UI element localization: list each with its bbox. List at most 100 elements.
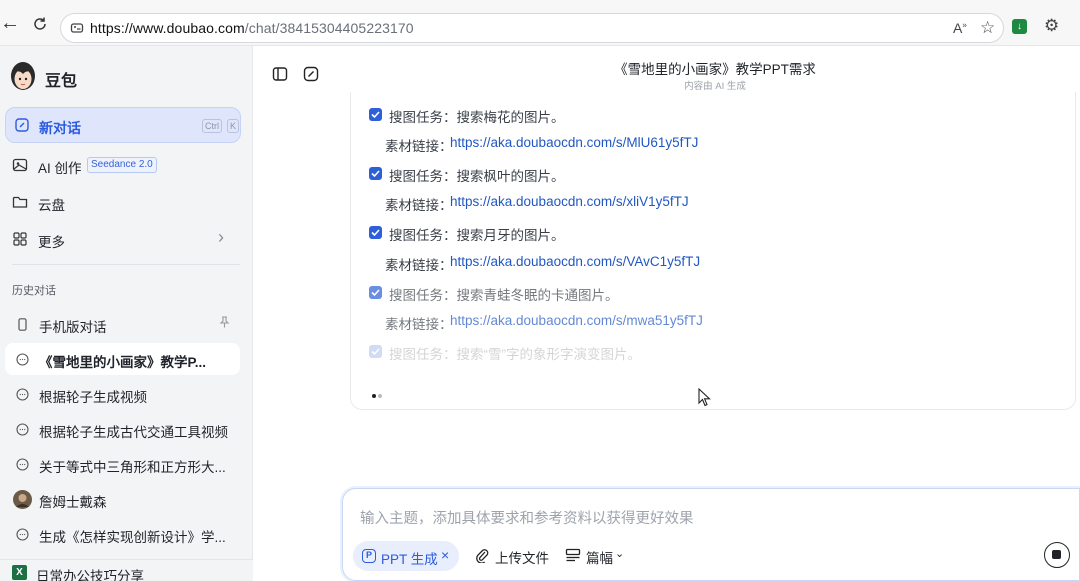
extensions-puzzle-icon[interactable]: ⚙: [1044, 16, 1059, 36]
sidebar-item-ai-create[interactable]: AI 创作 Seedance 2.0: [12, 153, 242, 179]
doubao-avatar: [11, 62, 35, 90]
task-text: 搜图任务：搜索“雪”字的象形字演变图片。: [389, 347, 641, 362]
seedance-badge: Seedance 2.0: [87, 157, 157, 173]
history-item-label: 詹姆士戴森: [39, 495, 107, 510]
chat-input-box[interactable]: 输入主题，添加具体要求和参考资料以获得更好效果 P PPT 生成 × 上传文件 …: [342, 488, 1080, 581]
sidebar-item-cloud[interactable]: 云盘: [12, 190, 242, 216]
new-chat-icon[interactable]: [303, 66, 319, 82]
history-item[interactable]: 詹姆士戴森: [5, 483, 240, 515]
history-item-label: 日常办公技巧分享: [36, 569, 144, 581]
chat-bubble-icon: [16, 458, 29, 471]
toggle-sidebar-icon[interactable]: [272, 66, 288, 82]
chat-bubble-icon: [16, 353, 29, 366]
brand[interactable]: 豆包: [8, 60, 208, 92]
download-extension-icon[interactable]: ↓: [1012, 19, 1027, 34]
back-arrow-icon[interactable]: ←: [0, 13, 20, 33]
new-chat-icon: [15, 118, 29, 132]
history-item-active[interactable]: 《雪地里的小画家》教学P...: [5, 343, 240, 375]
upload-label: 上传文件: [495, 551, 549, 566]
task-text: 搜图任务：搜索梅花的图片。: [389, 110, 565, 125]
brand-name: 豆包: [45, 73, 78, 90]
history-item-label: 根据轮子生成视频: [39, 390, 147, 405]
person-avatar-icon: [13, 490, 32, 509]
browser-toolbar: ← https://www.doubao.com/chat/3841530440…: [0, 0, 1080, 46]
task-row: 搜图任务：搜索梅花的图片。: [369, 104, 1049, 126]
checkbox-checked-icon: [369, 226, 382, 239]
history-item-excel[interactable]: X 日常办公技巧分享: [0, 559, 253, 581]
url-text: https://www.doubao.com/chat/384153044052…: [90, 20, 414, 36]
chat-title: 《雪地里的小画家》教学PPT需求: [614, 62, 816, 77]
mobile-icon: [18, 318, 27, 331]
sidebar: 豆包 新对话 Ctrl K AI 创作 Seedance 2.0 云盘 更多 ›…: [0, 46, 253, 581]
task-text: 搜图任务：搜索枫叶的图片。: [389, 169, 565, 184]
task-text: 搜图任务：搜索青蛙冬眠的卡通图片。: [389, 288, 619, 303]
length-label: 篇幅: [586, 551, 613, 566]
history-item[interactable]: 生成《怎样实现创新设计》学...: [5, 518, 240, 550]
image-icon: [12, 158, 28, 172]
link-row: 素材链接： https://aka.doubaocdn.com/s/mwa51y…: [385, 311, 1065, 333]
loading-indicator: [372, 385, 384, 403]
refresh-icon[interactable]: [32, 16, 48, 36]
shortcut-k: K: [227, 119, 240, 133]
site-info-icon[interactable]: [70, 21, 84, 35]
link-label: 素材链接：: [385, 317, 453, 332]
new-chat-label: 新对话: [39, 120, 81, 136]
mouse-cursor-icon: [698, 388, 711, 407]
history-item[interactable]: 手机版对话: [5, 308, 240, 340]
paperclip-icon: [476, 549, 489, 563]
material-link[interactable]: https://aka.doubaocdn.com/s/xliV1y5fTJ: [450, 194, 689, 209]
ai-generated-note: 内容由 AI 生成: [684, 81, 746, 92]
task-row: 搜图任务：搜索枫叶的图片。: [369, 163, 1049, 185]
link-row: 素材链接： https://aka.doubaocdn.com/s/MlU61y…: [385, 133, 1065, 155]
history-item[interactable]: 根据轮子生成古代交通工具视频: [5, 413, 240, 445]
sidebar-divider: [12, 264, 240, 265]
task-row: 搜图任务：搜索青蛙冬眠的卡通图片。: [369, 282, 1049, 304]
link-label: 素材链接：: [385, 258, 453, 273]
favorite-star-icon[interactable]: ☆: [980, 18, 995, 38]
chip-label: PPT 生成: [381, 552, 438, 567]
history-item-label: 关于等式中三角形和正方形大...: [39, 460, 226, 475]
chat-bubble-icon: [16, 388, 29, 401]
chat-bubble-icon: [16, 423, 29, 436]
link-row: 素材链接： https://aka.doubaocdn.com/s/VAvC1y…: [385, 252, 1065, 274]
chevron-down-icon: ⌄: [615, 548, 625, 560]
history-title: 历史对话: [12, 285, 56, 297]
close-icon[interactable]: ×: [441, 547, 449, 563]
history-item-label: 《雪地里的小画家》教学P...: [39, 355, 207, 370]
shortcut-ctrl: Ctrl: [202, 119, 222, 133]
history-item[interactable]: 根据轮子生成视频: [5, 378, 240, 410]
history-item-label: 根据轮子生成古代交通工具视频: [39, 425, 228, 440]
material-link[interactable]: https://aka.doubaocdn.com/s/MlU61y5fTJ: [450, 135, 698, 150]
chat-input-placeholder[interactable]: 输入主题，添加具体要求和参考资料以获得更好效果: [360, 507, 694, 528]
sidebar-item-label: 更多: [38, 235, 65, 250]
history-item-label: 手机版对话: [39, 320, 107, 335]
sidebar-item-more[interactable]: 更多 ›: [12, 227, 242, 253]
sidebar-item-label: AI 创作: [38, 161, 82, 176]
ppt-generate-chip[interactable]: P PPT 生成 ×: [353, 541, 459, 571]
chat-bubble-icon: [16, 528, 29, 541]
address-bar[interactable]: https://www.doubao.com/chat/384153044052…: [60, 13, 1004, 43]
stop-icon: [1052, 550, 1061, 559]
new-chat-button[interactable]: 新对话 Ctrl K: [5, 107, 241, 143]
task-text: 搜图任务：搜索月牙的图片。: [389, 228, 565, 243]
ppt-icon: P: [362, 549, 376, 563]
pin-icon[interactable]: [219, 316, 230, 331]
checkbox-checked-icon: [369, 108, 382, 121]
history-item-label: 生成《怎样实现创新设计》学...: [39, 530, 226, 545]
folder-icon: [12, 196, 28, 208]
material-link[interactable]: https://aka.doubaocdn.com/s/mwa51y5fTJ: [450, 313, 703, 328]
material-link[interactable]: https://aka.doubaocdn.com/s/VAvC1y5fTJ: [450, 254, 700, 269]
sidebar-item-label: 云盘: [38, 198, 65, 213]
link-row: 素材链接： https://aka.doubaocdn.com/s/xliV1y…: [385, 192, 1065, 214]
stop-generation-button[interactable]: [1044, 542, 1070, 568]
history-item[interactable]: 关于等式中三角形和正方形大...: [5, 448, 240, 480]
chevron-right-icon: ›: [218, 227, 224, 247]
task-row: 搜图任务：搜索月牙的图片。: [369, 222, 1049, 244]
task-card: 搜图任务：搜索梅花的图片。 素材链接： https://aka.doubaocd…: [350, 92, 1076, 410]
link-label: 素材链接：: [385, 198, 453, 213]
grid-icon: [13, 232, 27, 246]
task-row: 搜图任务：搜索“雪”字的象形字演变图片。: [369, 341, 1049, 363]
checkbox-checked-icon: [369, 345, 382, 358]
checkbox-checked-icon: [369, 167, 382, 180]
read-aloud-icon[interactable]: A»: [953, 20, 967, 36]
